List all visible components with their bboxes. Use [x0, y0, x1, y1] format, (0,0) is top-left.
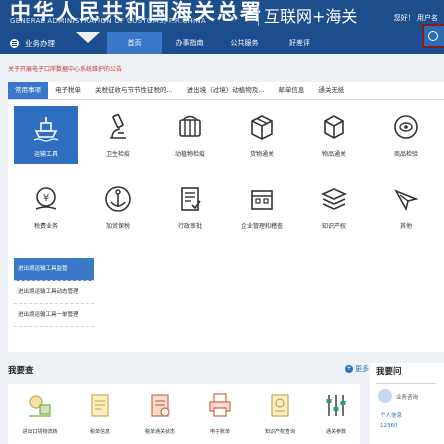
hotline-link[interactable]: 12360 [380, 423, 398, 429]
query-item-label: 进出口货物流转 [22, 429, 58, 435]
svg-text:¥: ¥ [43, 193, 49, 204]
tile-bonded[interactable]: 加贸保税 [86, 178, 150, 236]
query-item-tax-info[interactable]: 税单信息 [80, 390, 120, 435]
query-box: 进出口货物流转 税单信息 税单通关状态 电子账单 知识产权查询 通关参数 [8, 384, 360, 444]
query-item-clearance-params[interactable]: 通关参数 [316, 390, 356, 435]
box-icon [251, 115, 273, 140]
nav-tab-review[interactable]: 好差评 [272, 32, 327, 54]
tile-commodity-inspection[interactable]: 商品检验 [374, 106, 438, 164]
header-divider [258, 6, 259, 26]
tile-items-clearance[interactable]: 物品通关 [302, 106, 366, 164]
more-label: 更多 [355, 365, 369, 373]
layers-icon [321, 188, 347, 210]
search-button[interactable] [422, 24, 444, 48]
tile-tax[interactable]: ¥ 税费业务 [14, 178, 78, 236]
sliders-icon [326, 395, 346, 416]
query-title: 我要查 [8, 366, 34, 376]
ship-icon [33, 117, 59, 142]
query-item-tax-status[interactable]: 税单通关状态 [140, 390, 180, 435]
anchor-icon [105, 186, 131, 212]
tile-label: 企业管理和稽查 [240, 223, 283, 230]
tile-label: 税费业务 [33, 223, 58, 230]
subitem-transport-supervision[interactable]: 进出境运输工具监管 [14, 258, 94, 281]
query-item-e-bill[interactable]: 电子账单 [200, 390, 240, 435]
tile-label: 其他 [399, 223, 412, 230]
document-icon [181, 187, 201, 211]
service-tab-etax[interactable]: 电子税单 [48, 82, 88, 99]
ask-title: 我要问 [376, 367, 402, 377]
tile-label: 物品通关 [321, 151, 346, 158]
tile-label: 加贸保税 [105, 223, 130, 230]
tax-status-icon [151, 394, 170, 417]
business-menu[interactable]: 业务办理 [0, 32, 74, 54]
transport-sublist: 进出境运输工具监管 进出境运输工具动态管理 进出境运输工具一单管理 [14, 258, 94, 327]
inspection-icon [394, 115, 418, 139]
query-item-label: 税单信息 [89, 429, 110, 435]
tile-enterprise[interactable]: 企业管理和稽查 [230, 178, 294, 236]
tax-icon: ¥ [35, 187, 57, 210]
query-item-label: 通关参数 [325, 429, 346, 435]
service-tabbar: 常用事项 电子税单 关税征收与节节性征税的... 进出境（过境）动植物及... … [8, 82, 444, 100]
main-nav: 业务办理 首页 办事指南 公共服务 好差评 [0, 32, 444, 54]
personal-info-link[interactable]: 个人信息 [380, 411, 402, 419]
cube-icon [324, 115, 344, 139]
site-header: 中华人民共和国海关总署 GENERAL ADMINISTRATION OF CU… [0, 0, 444, 32]
nav-tabs: 首页 办事指南 公共服务 好差评 [107, 32, 327, 54]
tile-label: 卫生检疫 [105, 151, 130, 158]
ask-section: 我要问 业务咨询 个人信息 12360 [370, 363, 444, 444]
printer-icon [209, 393, 231, 417]
service-tab-plants[interactable]: 进出境（过境）动植物及... [180, 82, 272, 99]
query-item-label: 税单通关状态 [144, 429, 175, 435]
microscope-icon [110, 113, 126, 139]
subitem-transport-dynamic[interactable]: 进出境运输工具动态管理 [14, 281, 94, 304]
business-menu-label: 业务办理 [25, 38, 55, 48]
tile-goods-clearance[interactable]: 货物通关 [230, 106, 294, 164]
tile-label: 知识产权 [321, 223, 346, 230]
tile-label: 商品检验 [393, 151, 418, 158]
consult-icon [378, 389, 392, 403]
tile-label: 动植物检疫 [174, 151, 205, 158]
tile-other[interactable]: 其他 [374, 178, 438, 236]
tile-admin-approval[interactable]: 行政审批 [158, 178, 222, 236]
service-tab-receipt[interactable]: 邮单信息 [271, 82, 311, 99]
enterprise-icon [251, 190, 273, 210]
menu-icon [10, 38, 19, 48]
site-subtitle: GENERAL ADMINISTRATION OF CUSTOMS, P.R.C… [10, 17, 207, 25]
nav-tab-home[interactable]: 首页 [107, 32, 162, 54]
ip-query-icon [271, 394, 289, 417]
query-item-label: 知识产权查询 [264, 429, 295, 435]
plane-icon [394, 189, 419, 212]
portal-name: 互联网+海关 [264, 7, 358, 26]
more-link[interactable]: + 更多 [345, 364, 369, 374]
query-item-ip-query[interactable]: 知识产权查询 [260, 390, 300, 435]
tile-ip[interactable]: 知识产权 [302, 178, 366, 236]
more-icon: + [345, 365, 353, 373]
query-item-goods-flow[interactable]: 进出口货物流转 [20, 390, 60, 435]
goods-flow-icon [29, 395, 51, 417]
consult-link[interactable]: 业务咨询 [396, 393, 418, 401]
tile-label: 运输工具 [33, 151, 58, 158]
tile-label: 行政审批 [177, 223, 202, 230]
nav-tab-guide[interactable]: 办事指南 [162, 32, 217, 54]
ask-divider [376, 383, 436, 384]
quarantine-icon [179, 115, 201, 137]
tile-label: 货物通关 [249, 151, 274, 158]
subitem-transport-single[interactable]: 进出境运输工具一单管理 [14, 304, 94, 327]
notice-link[interactable]: 关于开展电子口岸数据中心系统维护的公告 [8, 64, 122, 73]
service-tab-paperless[interactable]: 通关无纸 [311, 82, 351, 99]
service-tab-common[interactable]: 常用事项 [8, 82, 48, 99]
tile-transport[interactable]: 运输工具 [14, 106, 78, 164]
service-tab-tariff[interactable]: 关税征收与节节性征税的... [88, 82, 180, 99]
nav-tab-public-service[interactable]: 公共服务 [217, 32, 272, 54]
query-item-label: 电子账单 [209, 429, 230, 435]
user-greeting[interactable]: 您好！ 用户名 [394, 13, 438, 23]
tile-health-quarantine[interactable]: 卫生检疫 [86, 106, 150, 164]
tile-plant-quarantine[interactable]: 动植物检疫 [158, 106, 222, 164]
service-panel: 常用事项 电子税单 关税征收与节节性征税的... 进出境（过境）动植物及... … [8, 82, 444, 352]
nav-notch [76, 32, 100, 43]
tax-receipt-icon [91, 394, 109, 417]
